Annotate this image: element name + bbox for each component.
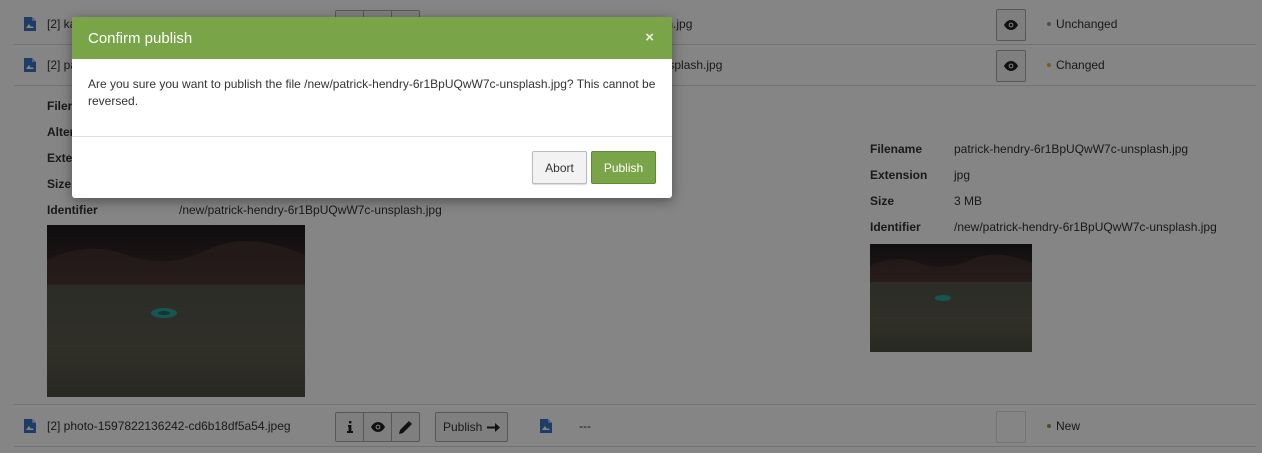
- confirm-publish-button[interactable]: Publish: [591, 151, 656, 184]
- dialog-message: Are you sure you want to publish the fil…: [72, 59, 672, 137]
- dialog-title: Confirm publish: [88, 30, 193, 47]
- dialog-header: Confirm publish ×: [72, 17, 672, 59]
- dialog-footer: Abort Publish: [72, 137, 672, 198]
- abort-button[interactable]: Abort: [532, 151, 587, 184]
- file-publish-app: [2] ka 9zImG4-unsplash.jpg Unchanged [2]…: [0, 0, 1262, 453]
- confirm-publish-dialog: Confirm publish × Are you sure you want …: [72, 17, 672, 198]
- close-icon[interactable]: ×: [645, 29, 654, 46]
